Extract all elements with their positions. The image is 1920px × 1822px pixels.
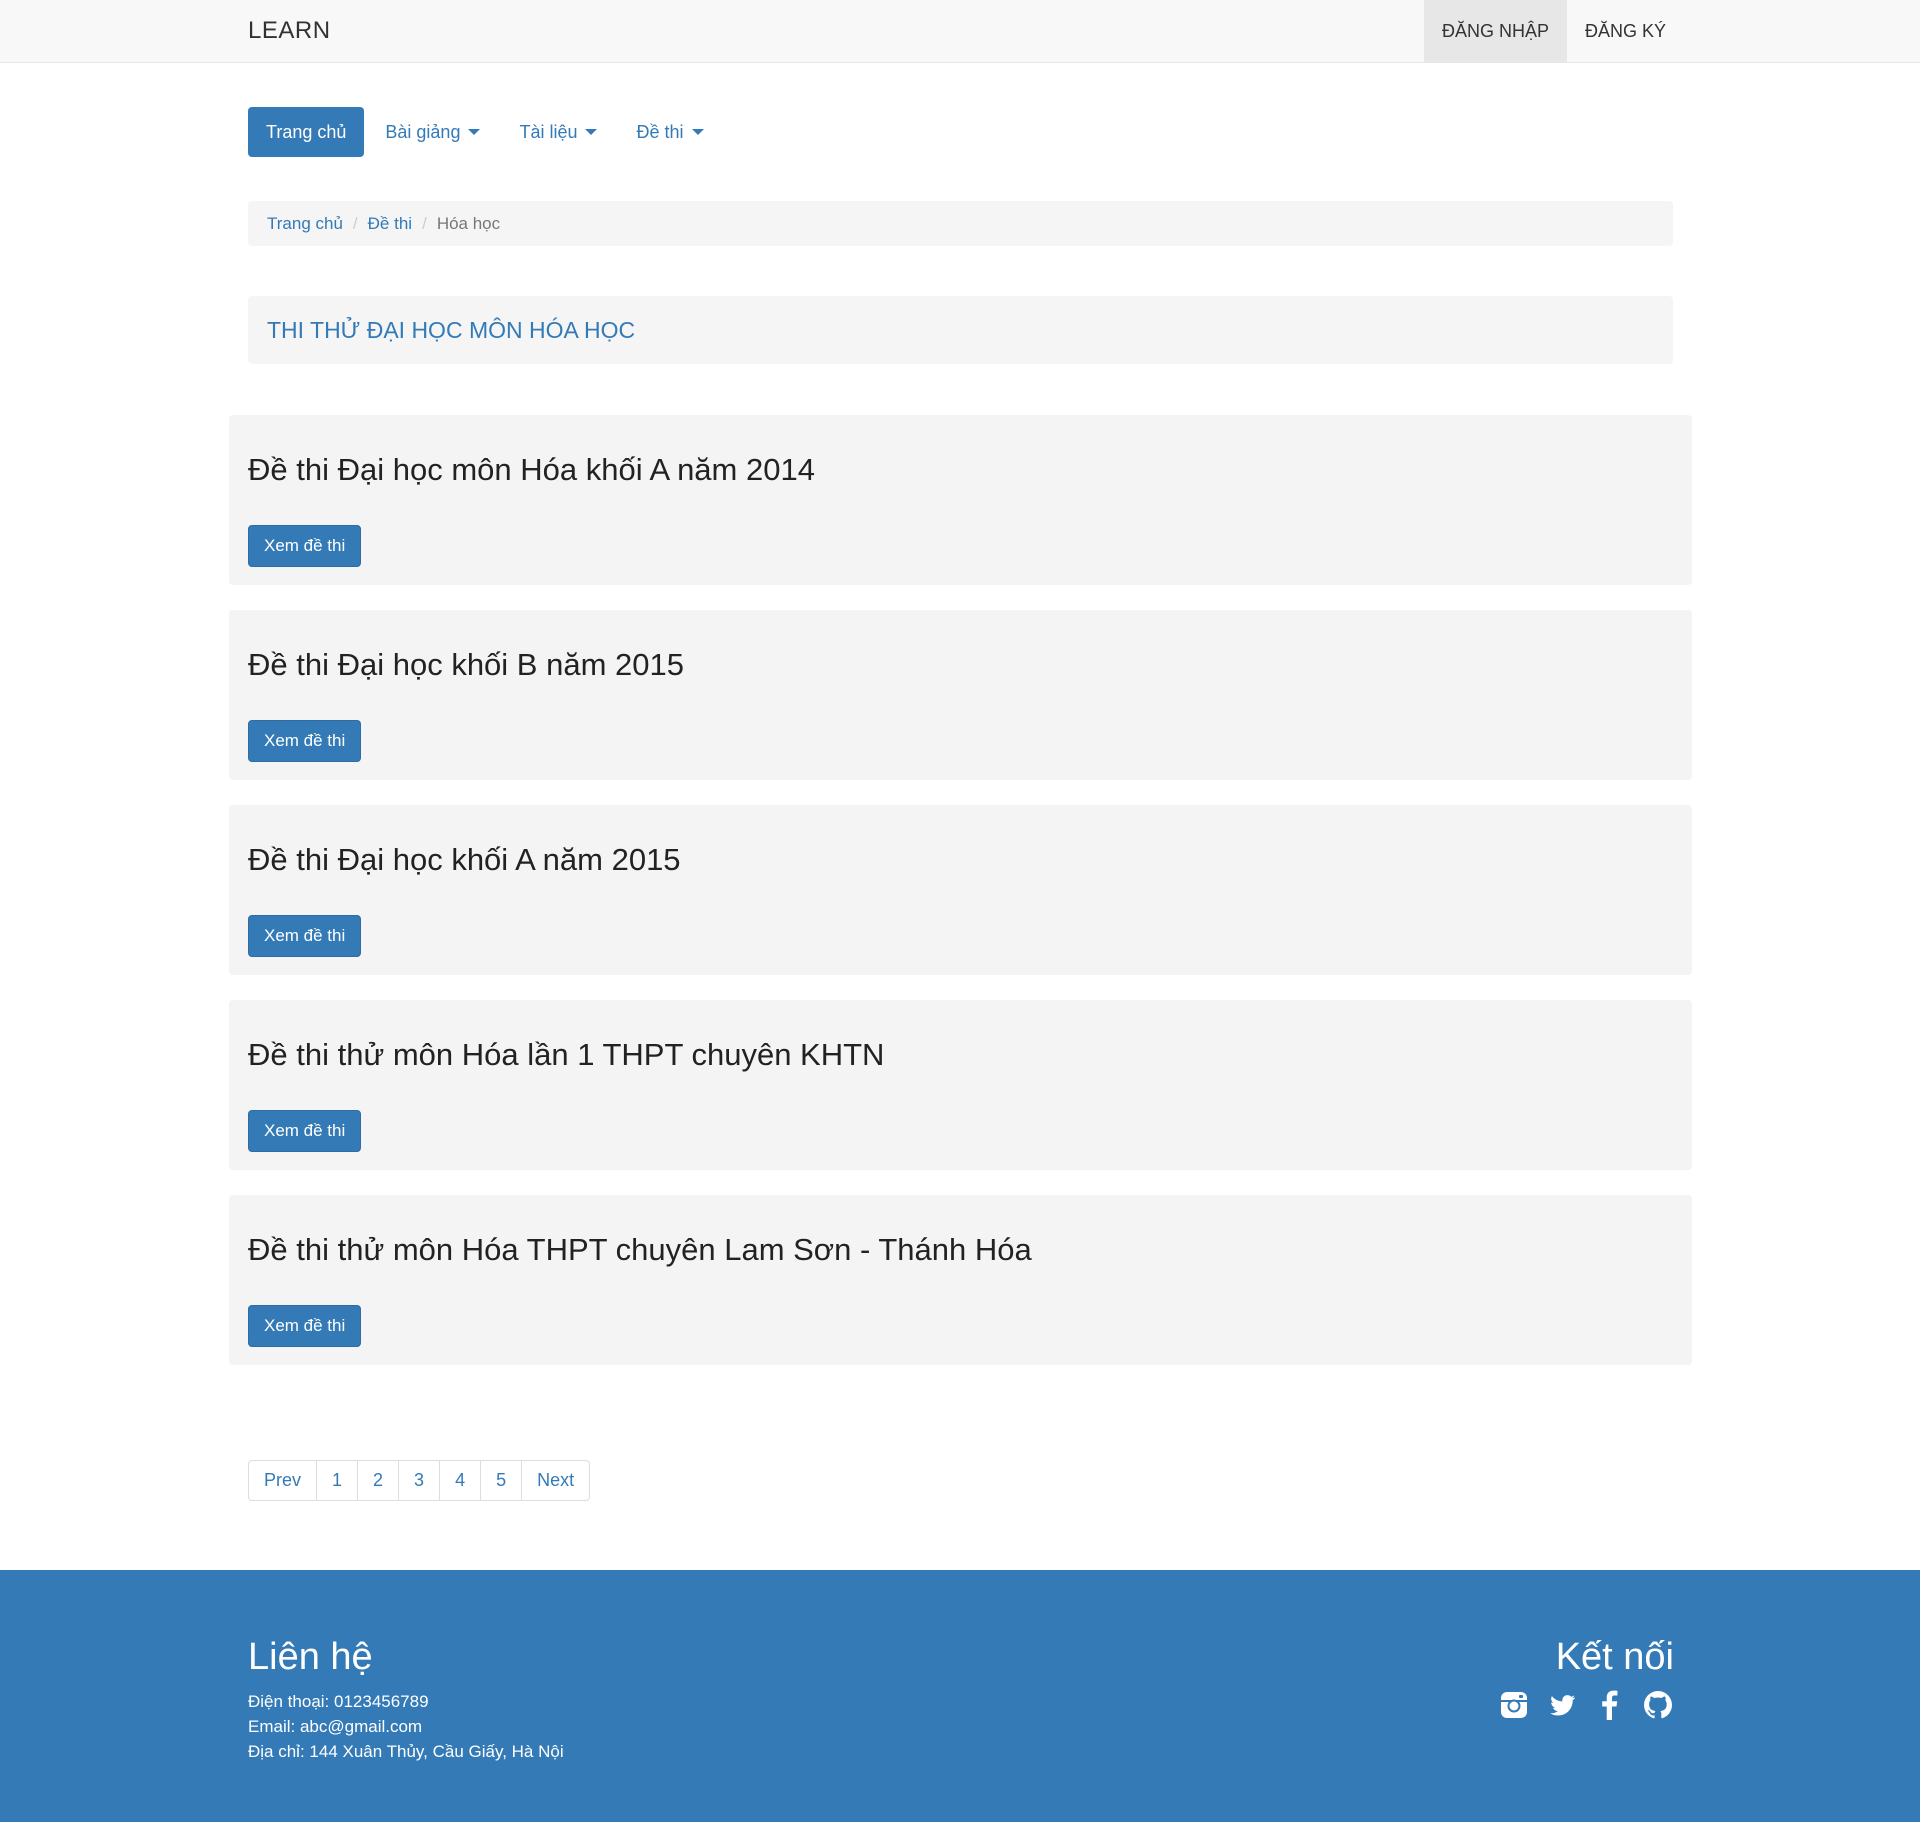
breadcrumb: Trang chủ / Đề thi / Hóa học <box>248 201 1673 246</box>
exam-list: Đề thi Đại học môn Hóa khối A năm 2014 X… <box>229 415 1692 1390</box>
footer-contact: Liên hệ Điện thoại: 0123456789 Email: ab… <box>248 1636 564 1764</box>
twitter-icon[interactable] <box>1546 1689 1578 1721</box>
exam-card: Đề thi Đại học khối B năm 2015 Xem đề th… <box>229 610 1692 780</box>
exam-title: Đề thi thử môn Hóa THPT chuyên Lam Sơn -… <box>248 1232 1032 1267</box>
pagination-page-4[interactable]: 4 <box>439 1460 482 1501</box>
register-link[interactable]: ĐĂNG KÝ <box>1567 0 1684 62</box>
view-exam-button[interactable]: Xem đề thi <box>248 1305 362 1348</box>
exam-title: Đề thi thử môn Hóa lần 1 THPT chuyên KHT… <box>248 1037 885 1072</box>
pagination-page-5[interactable]: 5 <box>480 1460 523 1501</box>
pagination-next[interactable]: Next <box>521 1460 591 1501</box>
menu-home-label: Trang chủ <box>266 122 347 142</box>
section-heading-box: THI THỬ ĐẠI HỌC MÔN HÓA HỌC <box>248 296 1673 364</box>
caret-down-icon <box>691 129 704 135</box>
pagination-page-1[interactable]: 1 <box>316 1460 359 1501</box>
facebook-icon[interactable] <box>1594 1689 1626 1721</box>
menu-home[interactable]: Trang chủ <box>248 107 365 157</box>
caret-down-icon <box>468 129 481 135</box>
instagram-icon[interactable] <box>1498 1689 1530 1721</box>
view-exam-button[interactable]: Xem đề thi <box>248 915 362 958</box>
footer-address: Địa chỉ: 144 Xuân Thủy, Cầu Giấy, Hà Nội <box>248 1742 564 1761</box>
breadcrumb-separator: / <box>352 213 358 233</box>
breadcrumb-current: Hóa học <box>436 213 501 233</box>
exam-card: Đề thi Đại học khối A năm 2015 Xem đề th… <box>229 805 1692 975</box>
exam-card: Đề thi thử môn Hóa lần 1 THPT chuyên KHT… <box>229 1000 1692 1170</box>
exam-title: Đề thi Đại học khối B năm 2015 <box>248 647 684 682</box>
top-navbar: LEARN ĐĂNG NHẬP ĐĂNG KÝ <box>0 0 1920 63</box>
pagination-prev[interactable]: Prev <box>248 1460 318 1501</box>
auth-links: ĐĂNG NHẬP ĐĂNG KÝ <box>1423 0 1684 62</box>
main-menu: Trang chủ Bài giảng Tài liệu Đề thi <box>248 107 725 157</box>
pagination-page-3[interactable]: 3 <box>398 1460 441 1501</box>
login-link[interactable]: ĐĂNG NHẬP <box>1423 0 1567 62</box>
menu-lectures-dropdown[interactable]: Bài giảng <box>367 107 498 157</box>
menu-exams-label: Đề thi <box>636 122 684 142</box>
caret-down-icon <box>585 129 598 135</box>
menu-lectures-label: Bài giảng <box>385 122 461 142</box>
brand-logo[interactable]: LEARN <box>248 17 331 45</box>
footer: Liên hệ Điện thoại: 0123456789 Email: ab… <box>0 1570 1920 1822</box>
view-exam-button[interactable]: Xem đề thi <box>248 1110 362 1153</box>
section-title: THI THỬ ĐẠI HỌC MÔN HÓA HỌC <box>267 316 636 343</box>
pagination: Prev 1 2 3 4 5 Next <box>248 1460 591 1501</box>
social-links <box>1498 1689 1674 1721</box>
footer-contact-title: Liên hệ <box>248 1636 373 1678</box>
menu-exams-dropdown[interactable]: Đề thi <box>618 107 721 157</box>
github-icon[interactable] <box>1642 1689 1674 1721</box>
pagination-page-2[interactable]: 2 <box>357 1460 400 1501</box>
exam-card: Đề thi Đại học môn Hóa khối A năm 2014 X… <box>229 415 1692 585</box>
menu-documents-label: Tài liệu <box>519 122 578 142</box>
footer-phone: Điện thoại: 0123456789 <box>248 1692 429 1711</box>
footer-email: Email: abc@gmail.com <box>248 1717 423 1736</box>
menu-documents-dropdown[interactable]: Tài liệu <box>501 107 615 157</box>
footer-connect-title: Kết nối <box>1555 1636 1674 1678</box>
breadcrumb-home[interactable]: Trang chủ <box>267 214 343 234</box>
footer-connect: Kết nối <box>1498 1636 1674 1721</box>
view-exam-button[interactable]: Xem đề thi <box>248 720 362 763</box>
breadcrumb-separator: / <box>422 213 427 233</box>
exam-card: Đề thi thử môn Hóa THPT chuyên Lam Sơn -… <box>229 1195 1692 1365</box>
exam-title: Đề thi Đại học môn Hóa khối A năm 2014 <box>248 452 815 487</box>
exam-title: Đề thi Đại học khối A năm 2015 <box>248 842 681 877</box>
view-exam-button[interactable]: Xem đề thi <box>248 525 362 568</box>
breadcrumb-exams[interactable]: Đề thi <box>368 214 412 234</box>
